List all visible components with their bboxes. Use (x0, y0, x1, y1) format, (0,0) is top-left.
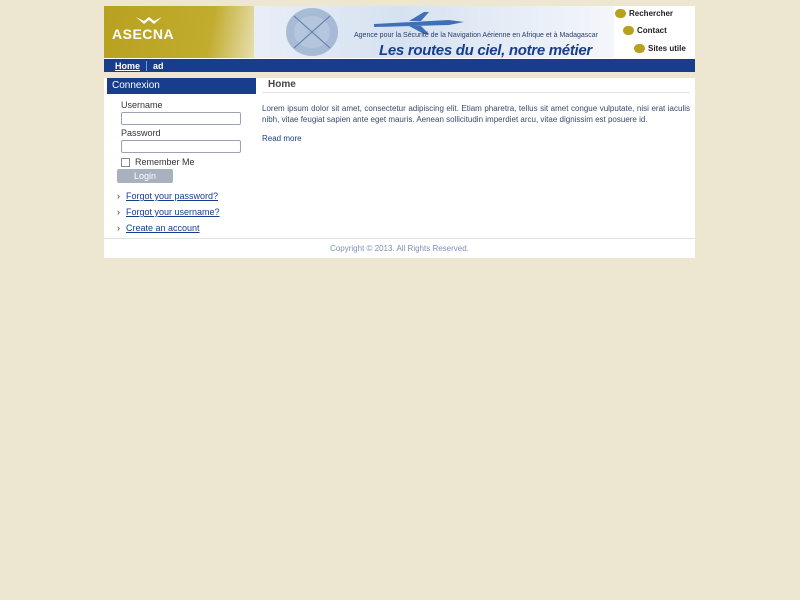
header-links: Rechercher Contact Sites utile (615, 6, 695, 58)
search-link[interactable]: Rechercher (615, 9, 673, 19)
contact-link[interactable]: Contact (623, 26, 667, 36)
article-text: Lorem ipsum dolor sit amet, consectetur … (262, 104, 690, 124)
main-nav: Home ad (104, 58, 695, 72)
remember-me-label: Remember Me (135, 157, 195, 167)
create-account-link[interactable]: › Create an account (117, 223, 200, 233)
mail-icon (623, 26, 634, 36)
page-title: Home (262, 78, 690, 93)
radar-dish-icon (286, 8, 338, 56)
login-button[interactable]: Login (117, 169, 173, 183)
read-more-link[interactable]: Read more (262, 134, 690, 143)
copyright-text: Copyright © 2013. All Rights Reserved. (330, 244, 469, 253)
page-wrapper: ASECNA Agence pour la Sécurité de la Nav… (104, 6, 695, 258)
chevron-right-icon: › (117, 191, 120, 201)
remember-me-checkbox[interactable] (121, 158, 130, 167)
header-banner: Agence pour la Sécurité de la Navigation… (254, 6, 614, 58)
logo-text: ASECNA (112, 26, 175, 42)
main-area: Connexion Username Password Remember Me … (104, 78, 695, 238)
content-area: Home Lorem ipsum dolor sit amet, consect… (262, 78, 690, 143)
password-input[interactable] (121, 140, 241, 153)
header-subtitle: Agence pour la Sécurité de la Navigation… (354, 32, 598, 39)
logo[interactable]: ASECNA (104, 6, 254, 58)
login-panel-title: Connexion (107, 78, 256, 94)
search-icon (615, 9, 626, 19)
chevron-right-icon: › (117, 207, 120, 217)
login-panel: Connexion Username Password Remember Me … (107, 78, 256, 238)
header: ASECNA Agence pour la Sécurité de la Nav… (104, 6, 695, 58)
password-label: Password (121, 128, 161, 138)
forgot-username-link[interactable]: › Forgot your username? (117, 207, 220, 217)
sites-utile-link[interactable]: Sites utile (634, 44, 686, 54)
username-input[interactable] (121, 112, 241, 125)
footer: Copyright © 2013. All Rights Reserved. (104, 238, 695, 258)
sites-icon (634, 44, 645, 54)
header-tagline: Les routes du ciel, notre métier (379, 42, 592, 58)
forgot-password-link[interactable]: › Forgot your password? (117, 191, 218, 201)
nav-item-home[interactable]: Home (109, 60, 148, 71)
username-label: Username (121, 100, 163, 110)
chevron-right-icon: › (117, 223, 120, 233)
nav-item-ad[interactable]: ad (147, 61, 170, 71)
